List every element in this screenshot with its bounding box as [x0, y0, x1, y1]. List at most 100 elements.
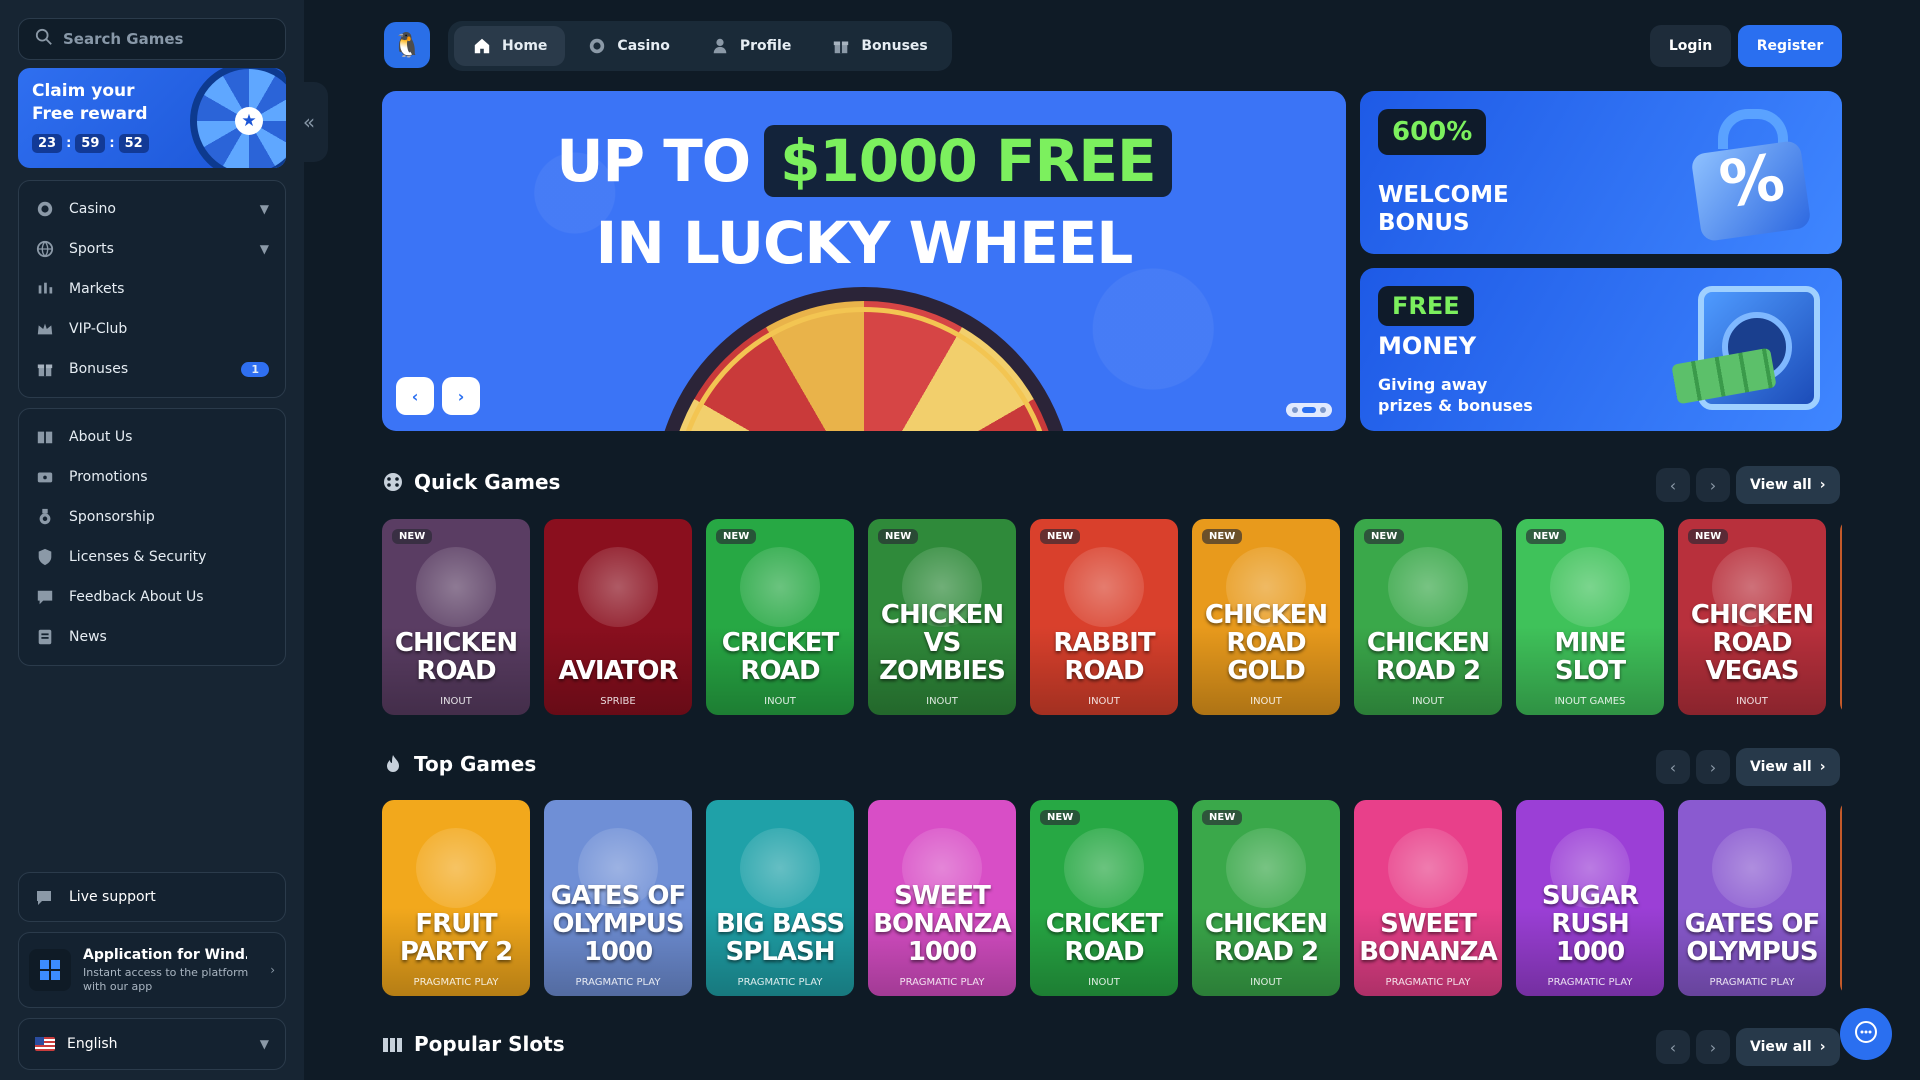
timer-hours: 23	[32, 134, 63, 153]
timer-minutes: 59	[75, 134, 106, 153]
free-reward-banner[interactable]: Claim your Free reward 23 : 59 : 52 ★	[18, 68, 286, 168]
game-card-peek[interactable]	[1840, 800, 1842, 996]
game-art	[1388, 828, 1468, 908]
view-all-button[interactable]: View all ›	[1736, 748, 1840, 786]
tab-casino[interactable]: Casino	[569, 26, 687, 66]
game-card[interactable]: SWEET BONANZA 1000 PRAGMATIC PLAY	[868, 800, 1016, 996]
game-title: CRICKET ROAD	[1045, 909, 1164, 967]
sidebar-item-bonuses[interactable]: Bonuses 1	[19, 349, 285, 389]
windows-app-promo[interactable]: Application for Wind… Instant access to …	[18, 932, 286, 1008]
game-card[interactable]: NEW CHICKEN ROAD VEGAS INOUT	[1678, 519, 1826, 715]
sidebar-item-feedback[interactable]: Feedback About Us	[19, 577, 285, 617]
game-card[interactable]: AVIATOR SPRIBE	[544, 519, 692, 715]
free-money-subtitle: Giving away prizes & bonuses	[1378, 375, 1533, 415]
game-art	[1712, 828, 1792, 908]
game-provider: INOUT	[1088, 696, 1120, 707]
game-provider: PRAGMATIC PLAY	[1385, 977, 1471, 988]
collapse-sidebar-button[interactable]: «	[290, 82, 328, 162]
scroll-left-button[interactable]: ‹	[1656, 1030, 1690, 1064]
popular-slots-header: Popular Slots	[382, 1032, 565, 1056]
sidebar-item-markets[interactable]: Markets	[19, 269, 285, 309]
new-badge: NEW	[878, 529, 919, 544]
search-input[interactable]	[63, 30, 263, 48]
game-provider: INOUT	[1250, 977, 1282, 988]
hero-prefix: UP TO	[556, 127, 751, 195]
sidebar-item-sponsorship[interactable]: Sponsorship	[19, 497, 285, 537]
game-provider: INOUT GAMES	[1554, 696, 1626, 707]
tab-home[interactable]: Home	[454, 26, 566, 66]
game-card[interactable]: NEW CHICKEN VS ZOMBIES INOUT	[868, 519, 1016, 715]
scroll-left-button[interactable]: ‹	[1656, 750, 1690, 784]
game-provider: PRAGMATIC PLAY	[413, 977, 499, 988]
welcome-bonus-banner[interactable]: 600% WELCOME BONUS %	[1360, 91, 1842, 254]
scroll-right-button[interactable]: ›	[1696, 468, 1730, 502]
sidebar-item-sports[interactable]: Sports ▼	[19, 229, 285, 269]
info-menu: About Us Promotions Sponsorship Licenses…	[18, 408, 286, 666]
game-card[interactable]: SUGAR RUSH 1000 PRAGMATIC PLAY	[1516, 800, 1664, 996]
game-card[interactable]: NEW CHICKEN ROAD 2 INOUT	[1192, 800, 1340, 996]
game-card[interactable]: GATES OF OLYMPUS PRAGMATIC PLAY	[1678, 800, 1826, 996]
sidebar-item-news[interactable]: News	[19, 617, 285, 657]
tab-bonuses[interactable]: Bonuses	[813, 26, 945, 66]
us-flag-icon	[35, 1037, 55, 1051]
game-card[interactable]: NEW RABBIT ROAD INOUT	[1030, 519, 1178, 715]
search-box[interactable]	[18, 18, 286, 60]
sidebar-item-label: Promotions	[69, 469, 148, 485]
new-badge: NEW	[1040, 529, 1081, 544]
game-provider: INOUT	[1412, 696, 1444, 707]
view-all-button[interactable]: View all ›	[1736, 1028, 1840, 1066]
live-support-button[interactable]: Live support	[18, 872, 286, 922]
sidebar: Claim your Free reward 23 : 59 : 52 ★ Ca…	[0, 0, 304, 1080]
chevron-down-icon: ▼	[259, 1037, 269, 1051]
game-card[interactable]: NEW CHICKEN ROAD 2 INOUT	[1354, 519, 1502, 715]
game-title: CRICKET ROAD	[721, 628, 840, 686]
game-title: BIG BASS SPLASH	[715, 909, 845, 967]
chevron-right-icon: ›	[1819, 477, 1826, 493]
hero-prev-button[interactable]: ‹	[396, 377, 434, 415]
slide-dot[interactable]	[1320, 407, 1326, 413]
tab-profile[interactable]: Profile	[692, 26, 809, 66]
game-card[interactable]: NEW CHICKEN ROAD INOUT	[382, 519, 530, 715]
game-card[interactable]: NEW MINE SLOT INOUT GAMES	[1516, 519, 1664, 715]
slide-dot-active[interactable]	[1302, 407, 1316, 413]
chevron-down-icon[interactable]: ▼	[260, 242, 269, 256]
sidebar-item-licenses-security[interactable]: Licenses & Security	[19, 537, 285, 577]
register-button[interactable]: Register	[1738, 25, 1842, 67]
game-card[interactable]: FRUIT PARTY 2 PRAGMATIC PLAY	[382, 800, 530, 996]
game-title: GATES OF OLYMPUS	[1684, 909, 1821, 967]
sidebar-item-casino[interactable]: Casino ▼	[19, 189, 285, 229]
game-card[interactable]: NEW CHICKEN ROAD GOLD INOUT	[1192, 519, 1340, 715]
site-logo[interactable]: 🐧	[384, 22, 430, 68]
flame-icon	[382, 753, 404, 775]
slide-dot[interactable]	[1292, 407, 1298, 413]
sidebar-item-vip-club[interactable]: VIP-Club	[19, 309, 285, 349]
hero-banner[interactable]: UP TO $1000 FREE IN LUCKY WHEEL ‹ ›	[382, 91, 1346, 431]
game-card[interactable]: NEW CRICKET ROAD INOUT	[1030, 800, 1178, 996]
language-selector[interactable]: English ▼	[18, 1018, 286, 1070]
game-title: SUGAR RUSH 1000	[1541, 881, 1639, 967]
login-button[interactable]: Login	[1650, 25, 1731, 67]
ticket-icon	[35, 467, 55, 487]
free-money-banner[interactable]: FREE MONEY Giving away prizes & bonuses	[1360, 268, 1842, 431]
sidebar-item-about-us[interactable]: About Us	[19, 417, 285, 457]
casino-chip-icon	[587, 36, 607, 56]
free-money-title: MONEY	[1378, 332, 1477, 360]
chat-button[interactable]	[1840, 1008, 1892, 1060]
game-card[interactable]: BIG BASS SPLASH PRAGMATIC PLAY	[706, 800, 854, 996]
scroll-right-button[interactable]: ›	[1696, 1030, 1730, 1064]
scroll-right-button[interactable]: ›	[1696, 750, 1730, 784]
game-provider: PRAGMATIC PLAY	[1547, 977, 1633, 988]
game-card[interactable]: NEW CRICKET ROAD INOUT	[706, 519, 854, 715]
language-label: English	[67, 1036, 118, 1052]
sidebar-item-promotions[interactable]: Promotions	[19, 457, 285, 497]
hero-next-button[interactable]: ›	[442, 377, 480, 415]
game-card-peek[interactable]	[1840, 519, 1842, 715]
scroll-left-button[interactable]: ‹	[1656, 468, 1690, 502]
game-card[interactable]: GATES OF OLYMPUS 1000 PRAGMATIC PLAY	[544, 800, 692, 996]
top-games-header: Top Games	[382, 752, 536, 776]
reward-timer: 23 : 59 : 52	[32, 134, 149, 153]
game-card[interactable]: SWEET BONANZA PRAGMATIC PLAY	[1354, 800, 1502, 996]
chevron-down-icon[interactable]: ▼	[260, 202, 269, 216]
view-all-button[interactable]: View all ›	[1736, 466, 1840, 504]
feedback-icon	[35, 587, 55, 607]
